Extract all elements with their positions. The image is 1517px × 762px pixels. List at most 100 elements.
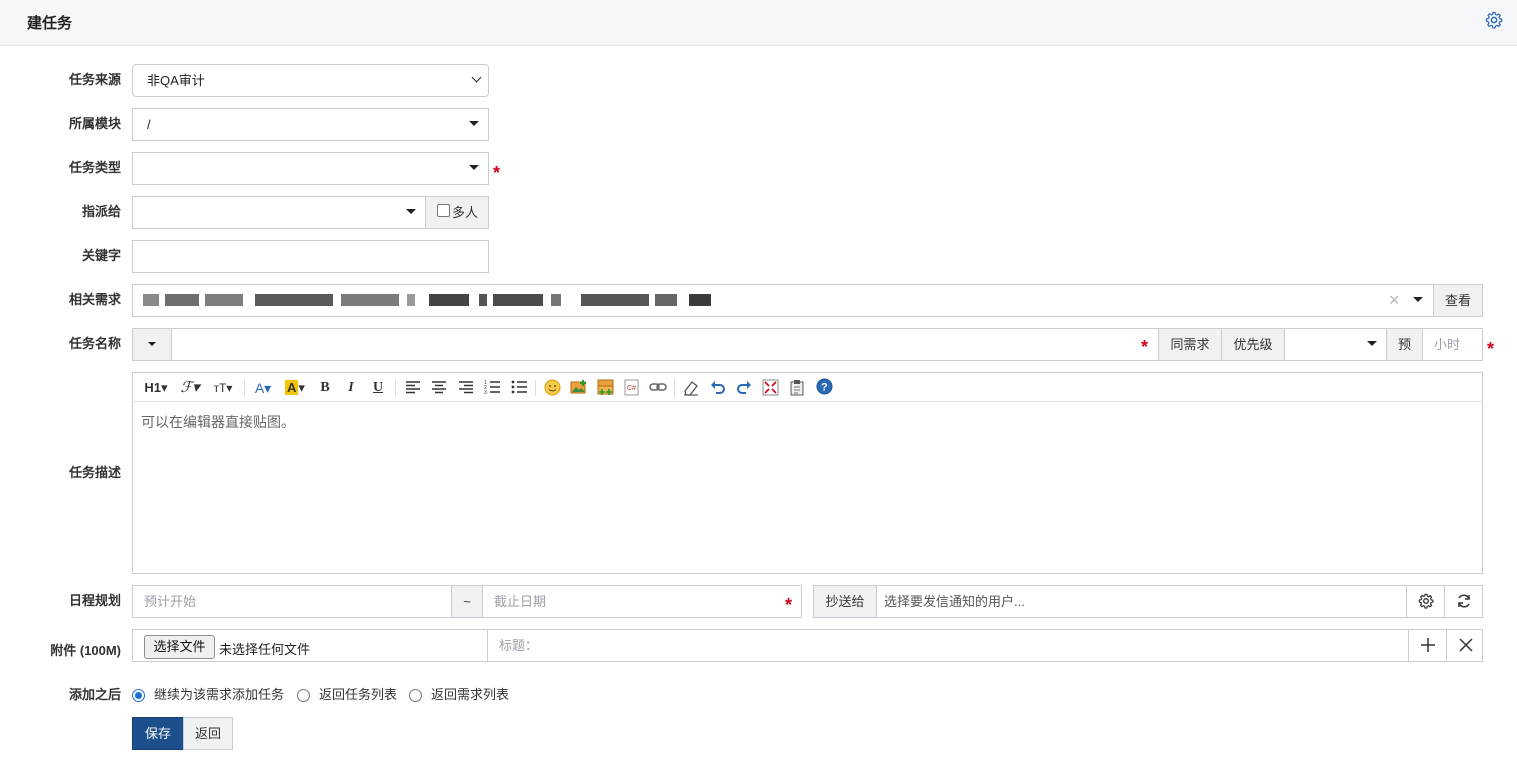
page-title: 建任务 (27, 15, 73, 32)
type-label: 任务类型 (68, 160, 121, 175)
caret-down-icon (469, 165, 479, 170)
clear-format-icon[interactable] (682, 379, 700, 396)
story-label: 相关需求 (68, 292, 121, 307)
source-label: 任务来源 (68, 72, 121, 87)
editor-placeholder: 可以在编辑器直接贴图。 (141, 414, 295, 430)
svg-text:3: 3 (484, 390, 487, 395)
save-button[interactable]: 保存 (132, 717, 184, 750)
svg-text:C#: C# (627, 385, 636, 392)
help-icon[interactable]: ? (816, 378, 833, 395)
description-editor[interactable]: 可以在编辑器直接贴图。 (132, 401, 1483, 574)
remove-file-button[interactable] (1446, 629, 1483, 662)
task-type-select[interactable] (132, 152, 489, 185)
link-icon[interactable] (649, 380, 667, 394)
required-mark: * (493, 163, 501, 183)
plus-icon (1421, 638, 1435, 652)
module-select[interactable]: / (132, 108, 489, 141)
files-label: 附件 (100M) (50, 643, 121, 658)
font-color-icon[interactable]: A▾ (251, 378, 275, 398)
font-family-icon[interactable]: ℱ▾ (177, 378, 203, 398)
same-story-button[interactable]: 同需求 (1158, 328, 1222, 361)
schedule-label: 日程规划 (68, 593, 121, 608)
no-file-text: 未选择任何文件 (219, 642, 311, 657)
file-title-input[interactable]: 标题： (487, 629, 1409, 662)
caret-down-icon[interactable] (1413, 297, 1423, 302)
caret-down-icon (1367, 341, 1377, 346)
keyword-input[interactable] (132, 240, 489, 273)
required-mark: * (785, 595, 793, 615)
heading-icon[interactable]: H1▾ (141, 378, 171, 398)
color-picker-button[interactable] (132, 328, 172, 361)
editor-toolbar: H1▾ ℱ▾ ᴛT▾ A▾ A ▾ B I U 123 C# ? (132, 372, 1483, 402)
bullet-list-icon[interactable] (511, 379, 528, 395)
est-start-input[interactable]: 预计开始 (132, 585, 452, 618)
caret-down-icon (148, 342, 156, 346)
after-label: 添加之后 (68, 687, 121, 702)
svg-text:?: ? (821, 382, 828, 394)
align-center-icon[interactable] (431, 380, 447, 394)
estimate-placeholder: 小时 (1434, 337, 1461, 352)
keyword-label: 关键字 (81, 248, 121, 263)
chevron-down-icon (471, 72, 482, 83)
clear-icon[interactable]: × (1389, 285, 1400, 316)
module-value: / (147, 117, 151, 132)
redo-icon[interactable] (736, 379, 752, 396)
mailto-label: 抄送给 (813, 585, 877, 618)
required-mark: * (1487, 339, 1495, 359)
align-right-icon[interactable] (458, 380, 474, 394)
page-header: 建任务 (0, 0, 1517, 46)
related-story-select[interactable]: × (132, 284, 1434, 317)
assign-label: 指派给 (81, 204, 121, 219)
ordered-list-icon[interactable]: 123 (484, 379, 501, 395)
after-option-story-list-radio[interactable] (409, 689, 422, 702)
after-option-task-list-label[interactable]: 返回任务列表 (319, 687, 397, 703)
task-source-select[interactable]: 非QA审计 (132, 64, 489, 97)
add-file-button[interactable] (1408, 629, 1447, 662)
estimate-input[interactable]: 小时 (1422, 328, 1483, 361)
multi-image-icon[interactable] (597, 379, 615, 396)
estimate-label: 预 (1386, 328, 1423, 361)
required-mark: * (1141, 337, 1149, 357)
after-option-continue-radio[interactable] (132, 689, 145, 702)
multi-assign-checkbox[interactable] (437, 204, 450, 217)
gear-icon[interactable] (1485, 11, 1503, 29)
bold-icon[interactable]: B (317, 378, 333, 398)
caret-down-icon (406, 209, 416, 214)
gear-icon (1418, 593, 1434, 609)
caret-down-icon (469, 121, 479, 126)
back-button[interactable]: 返回 (183, 717, 233, 750)
multi-assign-addon: 多人 (425, 196, 489, 229)
highlight-icon[interactable]: A ▾ (282, 378, 308, 398)
paste-icon[interactable] (789, 379, 805, 396)
choose-file-button[interactable]: 选择文件 (144, 635, 215, 659)
refresh-icon (1458, 594, 1470, 608)
date-separator: ~ (451, 585, 483, 618)
name-label: 任务名称 (68, 336, 121, 351)
view-story-button[interactable]: 查看 (1433, 284, 1483, 317)
desc-label: 任务描述 (68, 465, 121, 480)
after-option-task-list-radio[interactable] (297, 689, 310, 702)
module-label: 所属模块 (68, 116, 121, 131)
mailto-input[interactable]: 选择要发信通知的用户... (876, 585, 1407, 618)
italic-icon[interactable]: I (343, 378, 359, 398)
close-icon (1459, 638, 1473, 652)
template-icon[interactable]: C# (624, 379, 640, 396)
mailto-settings-button[interactable] (1406, 585, 1445, 618)
task-name-input[interactable]: * (171, 328, 1159, 361)
priority-label: 优先级 (1221, 328, 1285, 361)
font-size-icon[interactable]: ᴛT▾ (209, 378, 237, 398)
assign-to-select[interactable] (132, 196, 426, 229)
deadline-input[interactable]: 截止日期 * (482, 585, 802, 618)
align-left-icon[interactable] (405, 380, 421, 394)
refresh-button[interactable] (1444, 585, 1483, 618)
image-icon[interactable] (570, 379, 588, 396)
after-option-continue-label[interactable]: 继续为该需求添加任务 (154, 687, 284, 703)
priority-select[interactable] (1284, 328, 1387, 361)
task-source-value: 非QA审计 (147, 73, 205, 88)
multi-assign-label: 多人 (452, 205, 479, 220)
emoji-icon[interactable] (544, 379, 561, 396)
underline-icon[interactable]: U (370, 378, 386, 398)
fullscreen-icon[interactable] (762, 379, 779, 396)
after-option-story-list-label[interactable]: 返回需求列表 (431, 687, 509, 703)
undo-icon[interactable] (710, 379, 726, 396)
